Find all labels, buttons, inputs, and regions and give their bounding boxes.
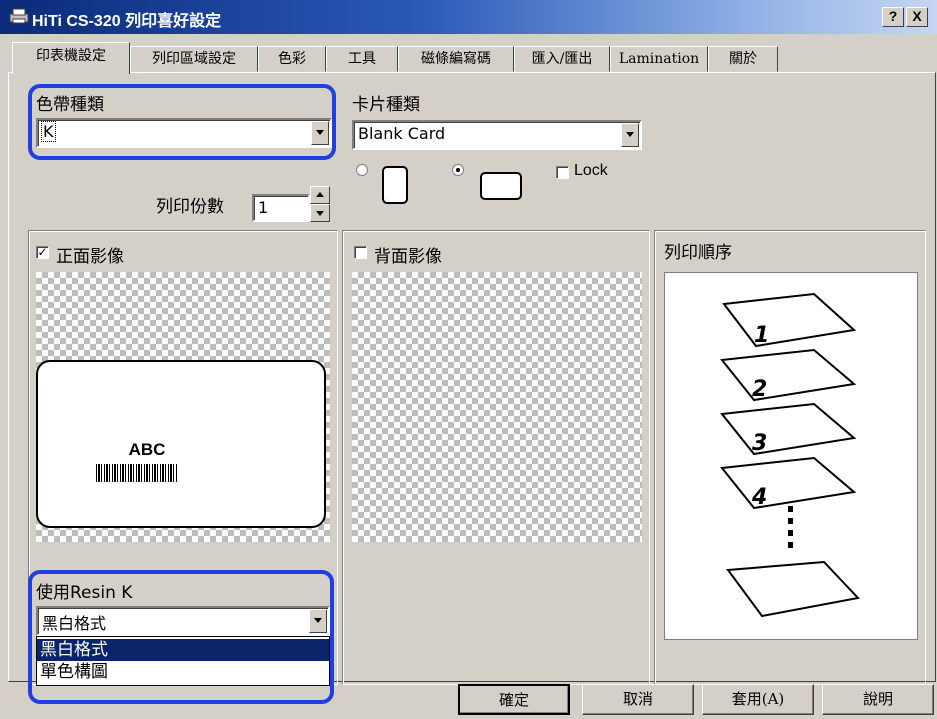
chevron-down-icon	[626, 132, 634, 137]
close-button[interactable]: X	[906, 7, 928, 27]
tab-tools[interactable]: 工具	[326, 46, 398, 72]
sheet-2	[720, 348, 857, 402]
sheet-number-4: 4	[751, 485, 767, 510]
window-title: HiTi CS-320 列印喜好設定	[32, 13, 222, 30]
sheet-number-3: 3	[752, 431, 767, 456]
sheet-1	[722, 292, 857, 348]
help-button[interactable]: 說明	[822, 684, 934, 715]
card-type-value: Blank Card	[358, 124, 446, 143]
back-image-preview	[352, 272, 642, 542]
tab-lamination[interactable]: Lamination	[610, 46, 708, 72]
copies-input[interactable]: 1	[252, 194, 310, 222]
lock-checkbox[interactable]	[556, 166, 569, 179]
back-image-label: 背面影像	[374, 247, 442, 267]
print-order-label: 列印順序	[664, 243, 732, 263]
copies-value: 1	[258, 198, 269, 217]
back-image-checkbox[interactable]	[354, 246, 367, 259]
tab-printer-settings[interactable]: 印表機設定	[12, 42, 130, 74]
continuation-dots	[788, 506, 793, 548]
sheet-3	[720, 402, 857, 456]
cancel-button[interactable]: 取消	[582, 684, 694, 715]
resin-highlight-box	[28, 570, 334, 704]
print-order-diagram: 1 2 3 4	[720, 292, 860, 618]
sheet-number-2: 2	[752, 377, 767, 402]
tab-print-area[interactable]: 列印區域設定	[130, 46, 258, 72]
card-type-label: 卡片種類	[352, 95, 420, 115]
copies-label: 列印份數	[156, 197, 224, 217]
tab-about[interactable]: 關於	[708, 46, 778, 72]
tab-magnetic-encoding[interactable]: 磁條編寫碼	[398, 46, 514, 72]
arrow-up-icon	[316, 192, 324, 197]
sheet-number-1: 1	[754, 323, 769, 348]
tab-import-export[interactable]: 匯入/匯出	[514, 46, 610, 72]
front-image-label: 正面影像	[56, 247, 124, 267]
front-image-checkbox[interactable]: ✓	[36, 246, 49, 259]
help-title-button[interactable]: ?	[882, 7, 904, 27]
sheet-last	[726, 560, 860, 618]
copies-spinner[interactable]	[310, 186, 330, 222]
portrait-radio[interactable]	[356, 164, 368, 176]
ok-button[interactable]: 確定	[458, 684, 570, 715]
arrow-down-icon	[316, 211, 324, 216]
ribbon-highlight-box	[28, 84, 336, 160]
printer-icon	[9, 8, 29, 24]
landscape-card-icon	[480, 172, 522, 200]
spin-down-button[interactable]	[310, 204, 330, 222]
portrait-card-icon	[382, 166, 408, 204]
front-card-preview: ABC	[36, 360, 326, 528]
barcode-icon	[96, 464, 178, 482]
landscape-radio[interactable]	[452, 164, 464, 176]
tab-color[interactable]: 色彩	[258, 46, 326, 72]
sheet-4	[720, 456, 857, 510]
lock-label: Lock	[574, 162, 608, 179]
spin-up-button[interactable]	[310, 186, 330, 204]
title-bar: HiTi CS-320 列印喜好設定 ? X	[0, 0, 937, 34]
card-sample-text: ABC	[128, 440, 166, 459]
apply-button[interactable]: 套用(A)	[702, 684, 814, 715]
card-dropdown-button[interactable]	[621, 123, 639, 147]
card-type-select[interactable]: Blank Card	[352, 120, 642, 150]
